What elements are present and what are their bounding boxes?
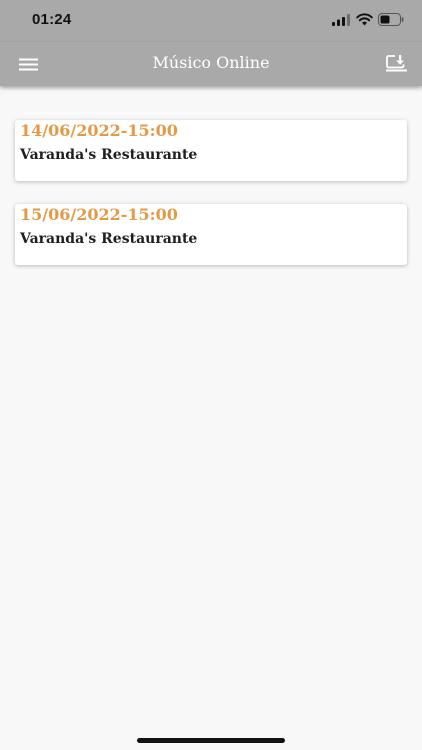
event-date: 14/06/2022-15:00 xyxy=(20,121,178,140)
signal-icon xyxy=(332,14,350,26)
status-bar: 01:24 xyxy=(0,0,422,42)
nav-bar: Músico Online xyxy=(0,42,422,86)
download-icon xyxy=(386,55,407,72)
battery-icon xyxy=(378,13,404,26)
event-date: 15/06/2022-15:00 xyxy=(20,205,178,224)
wifi-icon xyxy=(356,13,373,26)
event-card[interactable]: 14/06/2022-15:00 Varanda's Restaurante xyxy=(15,120,407,181)
page-title: Músico Online xyxy=(152,53,270,72)
home-indicator[interactable] xyxy=(137,738,285,743)
event-venue: Varanda's Restaurante xyxy=(20,147,198,163)
status-time: 01:24 xyxy=(32,11,72,28)
event-list: 14/06/2022-15:00 Varanda's Restaurante 1… xyxy=(0,86,422,750)
event-venue: Varanda's Restaurante xyxy=(20,231,198,247)
download-button[interactable] xyxy=(382,50,410,78)
event-card[interactable]: 15/06/2022-15:00 Varanda's Restaurante xyxy=(15,204,407,265)
